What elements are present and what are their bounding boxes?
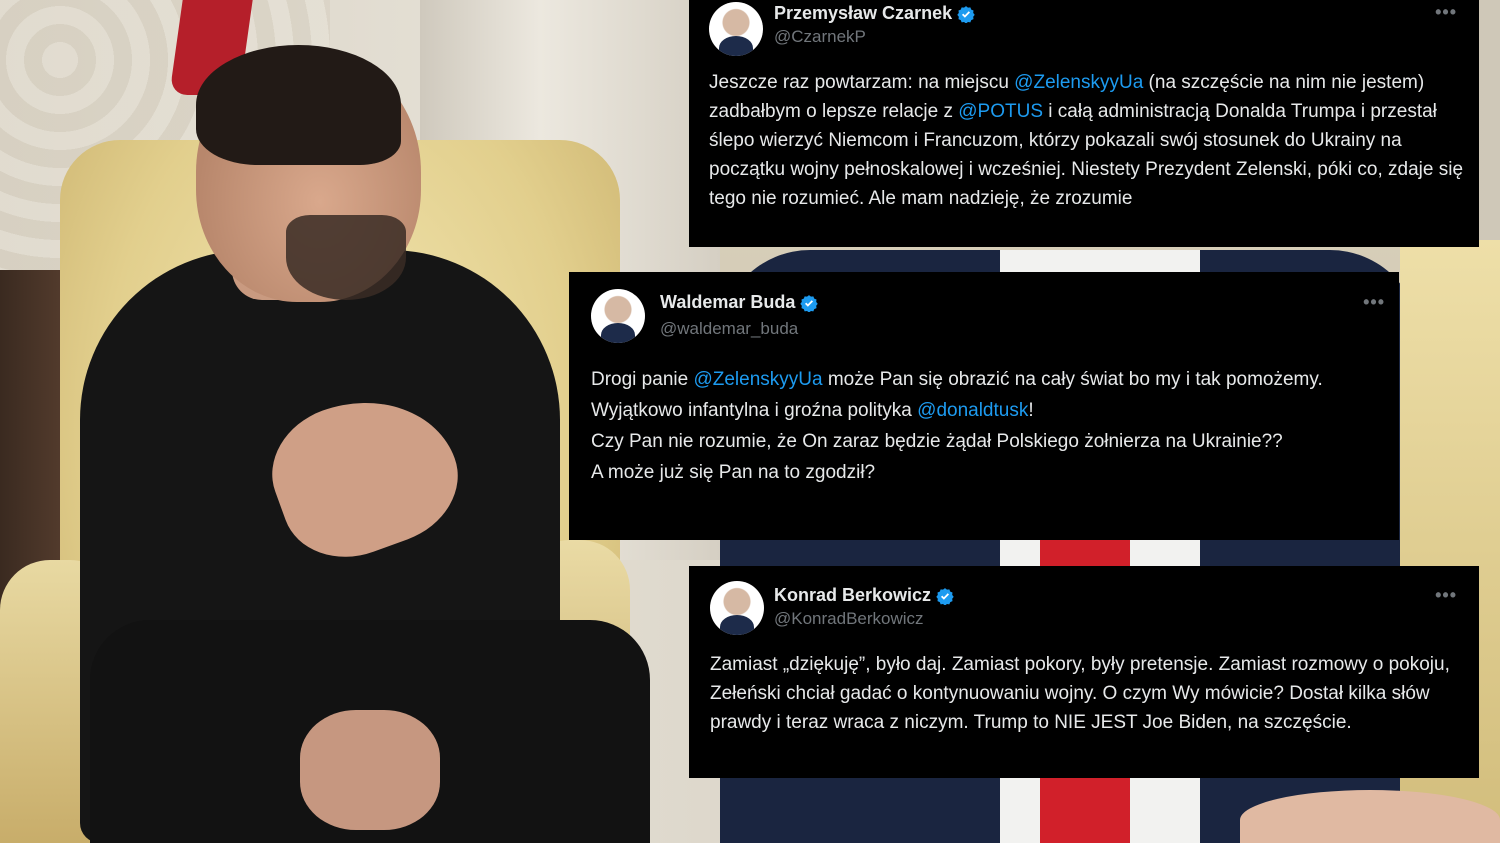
author-name[interactable]: Przemysław Czarnek: [774, 3, 952, 24]
more-options-icon[interactable]: •••: [1435, 585, 1457, 606]
tweet-text-segment: Drogi panie: [591, 369, 694, 390]
tweet-card[interactable]: Waldemar Buda @waldemar_buda ••• Drogi p…: [569, 272, 1399, 540]
mention-link[interactable]: @ZelenskyyUa: [693, 369, 822, 390]
more-options-icon[interactable]: •••: [1363, 292, 1385, 313]
avatar[interactable]: [591, 289, 645, 343]
tweet-text-segment: Czy Pan nie rozumie, że On zaraz będzie …: [591, 431, 1283, 452]
author-handle[interactable]: @KonradBerkowicz: [774, 609, 924, 629]
seated-man-hair: [196, 45, 401, 165]
seated-man-beard: [286, 215, 406, 300]
mention-link[interactable]: @donaldtusk: [917, 400, 1028, 421]
author-name[interactable]: Konrad Berkowicz: [774, 585, 931, 606]
tweet-text-segment: !: [1028, 400, 1034, 421]
avatar[interactable]: [709, 2, 763, 56]
tweet-text-segment: Wyjątkowo infantylna i groźna polityka: [591, 400, 918, 421]
author-row: Waldemar Buda: [660, 292, 819, 313]
tweet-text: Zamiast „dziękuję”, było daj. Zamiast po…: [710, 650, 1470, 737]
more-options-icon[interactable]: •••: [1435, 2, 1457, 23]
tweet-text-segment: A może już się Pan na to zgodził?: [591, 462, 876, 483]
tweet-card[interactable]: Przemysław Czarnek @CzarnekP ••• Jeszcze…: [689, 0, 1479, 247]
mention-link[interactable]: @POTUS: [958, 101, 1043, 122]
hand-on-knee: [300, 710, 440, 830]
mention-link[interactable]: @ZelenskyyUa: [1014, 72, 1143, 93]
verified-badge-icon: [936, 587, 954, 605]
author-handle[interactable]: @waldemar_buda: [660, 319, 798, 339]
verified-badge-icon: [957, 5, 975, 23]
gesturing-hand: [1240, 790, 1500, 843]
tweet-card[interactable]: Konrad Berkowicz @KonradBerkowicz ••• Za…: [689, 566, 1479, 778]
author-handle[interactable]: @CzarnekP: [774, 27, 866, 47]
avatar[interactable]: [710, 581, 764, 635]
tweet-text-segment: może Pan się obrazić na cały świat bo my…: [822, 369, 1323, 390]
tweet-text: Jeszcze raz powtarzam: na miejscu @Zelen…: [709, 68, 1469, 213]
author-name[interactable]: Waldemar Buda: [660, 292, 795, 313]
verified-badge-icon: [800, 294, 819, 312]
tweet-text-segment: Zamiast „dziękuję”, było daj. Zamiast po…: [710, 654, 1450, 733]
tweet-text-segment: Jeszcze raz powtarzam: na miejscu: [709, 72, 1015, 93]
author-row: Przemysław Czarnek: [774, 3, 975, 24]
author-row: Konrad Berkowicz: [774, 585, 954, 606]
tweet-text: Drogi panie @ZelenskyyUa może Pan się ob…: [591, 364, 1381, 488]
